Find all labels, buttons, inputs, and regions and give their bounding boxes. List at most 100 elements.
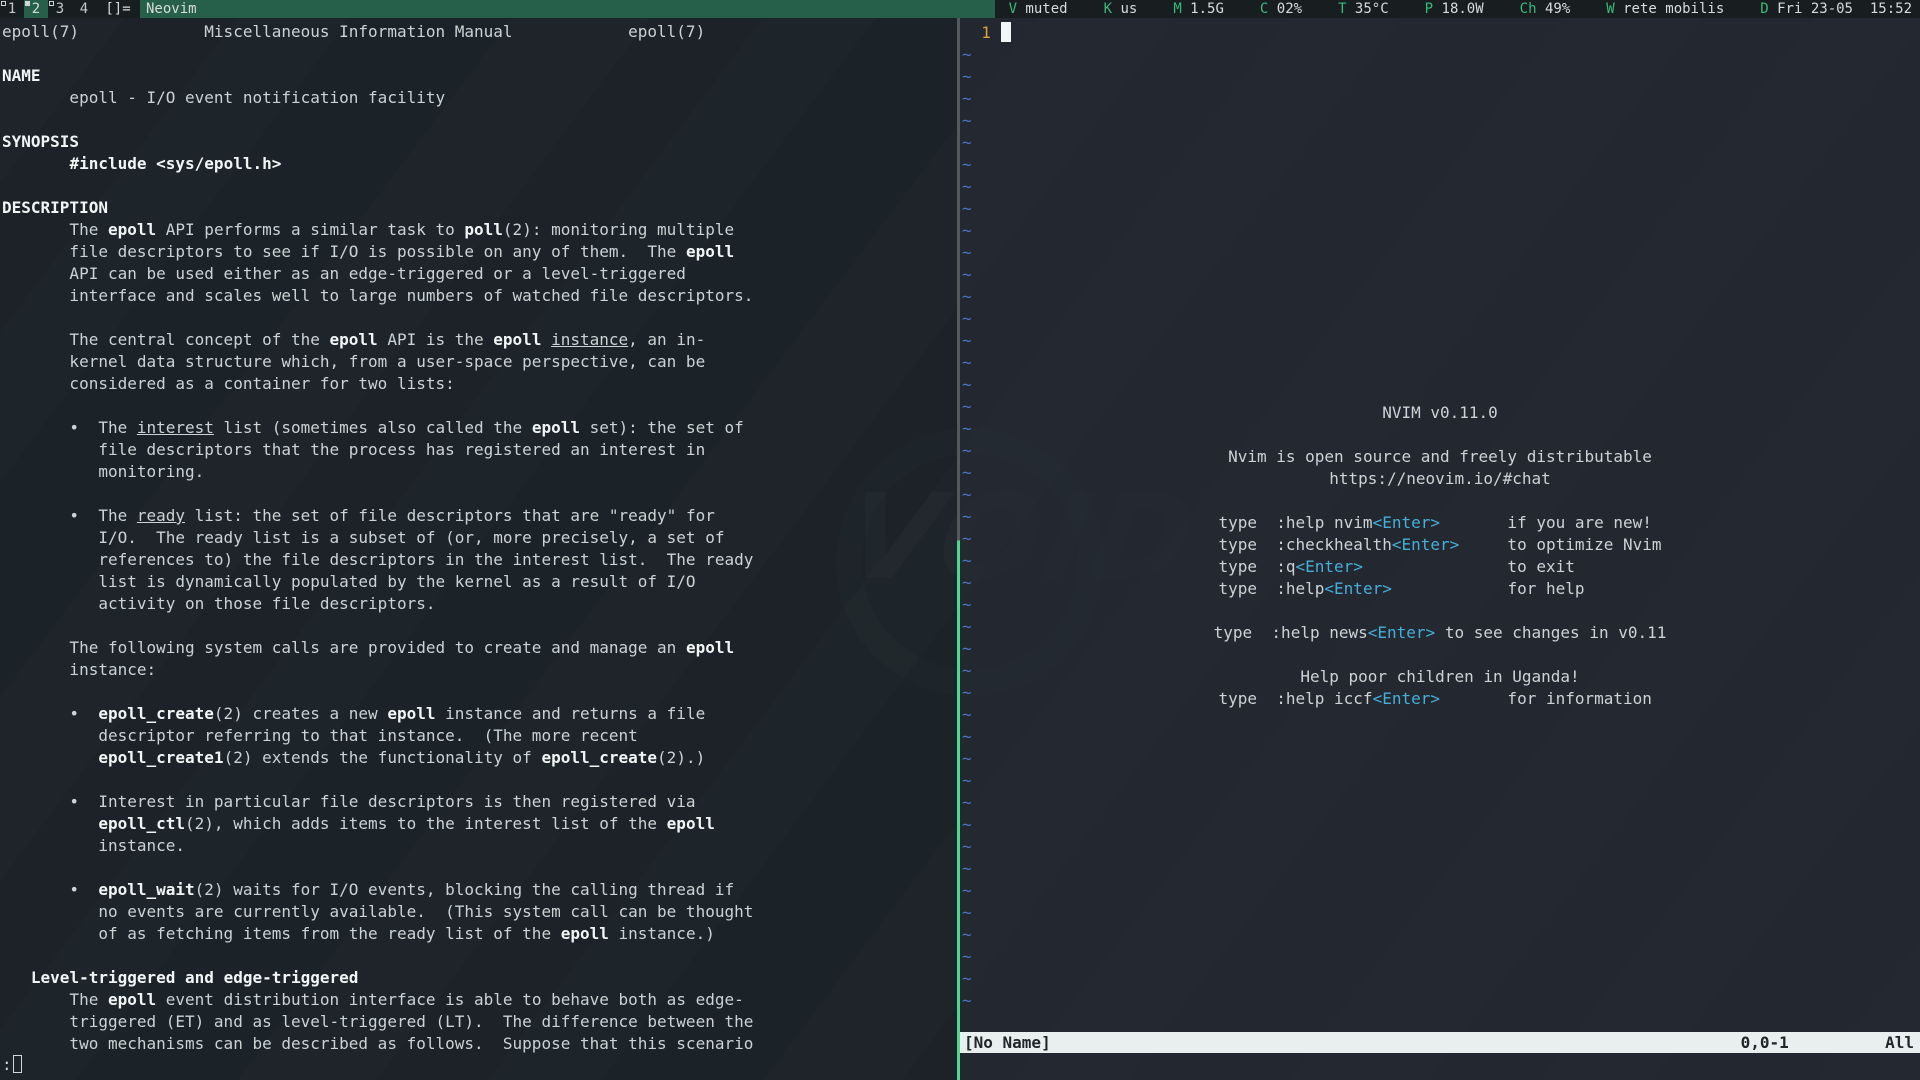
empty-line-tilde: ~ [962,330,1920,352]
status-item-w: W rete mobilis [1606,0,1724,18]
statusline-filename: [No Name] [964,1032,1051,1053]
empty-line-tilde: ~ [962,44,1920,66]
intro-line: Nvim is open source and freely distribut… [1228,446,1652,468]
man-line [2,615,957,637]
empty-line-tilde: ~ [962,770,1920,792]
man-line: The epoll API performs a similar task to… [2,219,957,241]
man-line: epoll(7) Miscellaneous Information Manua… [2,21,957,43]
empty-line-tilde: ~ [962,132,1920,154]
empty-line-tilde: ~ [962,110,1920,132]
man-line: interface and scales well to large numbe… [2,285,957,307]
man-line: references to) the file descriptors in t… [2,549,957,571]
man-line: The central concept of the epoll API is … [2,329,957,351]
status-item-t: T 35°C [1338,0,1389,18]
empty-line-tilde: ~ [962,242,1920,264]
empty-line-tilde: ~ [962,286,1920,308]
man-line: • Interest in particular file descriptor… [2,791,957,813]
man-line: SYNOPSIS [2,131,957,153]
man-line [2,43,957,65]
status-item-k: K us [1104,0,1138,18]
empty-line-tilde: ~ [962,374,1920,396]
man-line: triggered (ET) and as level-triggered (L… [2,1011,957,1033]
status-item-c: C 02% [1260,0,1302,18]
man-page-terminal[interactable]: epoll(7) Miscellaneous Information Manua… [0,18,957,1080]
man-line: The epoll event distribution interface i… [2,989,957,1011]
man-line [2,307,957,329]
tag-label: 3 [56,1,64,17]
empty-line-tilde: ~ [962,924,1920,946]
workspace-tag-1[interactable]: 1 [0,0,24,18]
man-line: epoll_ctl(2), which adds items to the in… [2,813,957,835]
man-line: epoll - I/O event notification facility [2,87,957,109]
empty-line-tilde: ~ [962,352,1920,374]
man-line: two mechanisms can be described as follo… [2,1033,957,1055]
nvim-cmdline [960,1053,1920,1080]
man-line: monitoring. [2,461,957,483]
man-line: • epoll_create(2) creates a new epoll in… [2,703,957,725]
status-bar: V mutedK usM 1.5GC 02%T 35°CP 18.0WCh 49… [995,0,1920,18]
empty-line-tilde: ~ [962,88,1920,110]
man-line: • epoll_wait(2) waits for I/O events, bl… [2,879,957,901]
empty-line-tilde: ~ [962,858,1920,880]
workspace-tags: 1234 [0,0,96,18]
man-line: I/O. The ready list is a subset of (or, … [2,527,957,549]
empty-line-tilde: ~ [962,176,1920,198]
workspace-tag-3[interactable]: 3 [48,0,72,18]
nvim-cursor [1001,22,1011,42]
intro-line: type :help<Enter> for help [1218,578,1661,600]
workspace-tag-4[interactable]: 4 [72,0,96,18]
intro-line: type :help news<Enter> to see changes in… [1214,622,1667,644]
intro-line: type :help iccf<Enter> for information [1218,688,1661,710]
man-line [2,175,957,197]
man-line: of as fetching items from the ready list… [2,923,957,945]
pager-prompt: : [2,1054,22,1076]
empty-line-tilde: ~ [962,946,1920,968]
tag-client-indicator [1,1,6,6]
empty-line-tilde: ~ [962,836,1920,858]
status-item-ch: Ch 49% [1520,0,1571,18]
tag-label: 4 [80,1,88,17]
empty-line-tilde: ~ [962,990,1920,1012]
nvim-intro-screen: NVIM v0.11.0 Nvim is open source and free… [960,402,1920,710]
tag-label: 2 [32,1,40,17]
man-line: activity on those file descriptors. [2,593,957,615]
intro-line: type :q<Enter> to exit [1218,556,1661,578]
intro-line: type :help nvim<Enter> if you are new! [1218,512,1661,534]
layout-symbol[interactable]: []= [96,0,140,18]
man-line: file descriptors to see if I/O is possib… [2,241,957,263]
empty-line-tilde: ~ [962,66,1920,88]
man-line: list is dynamically populated by the ker… [2,571,957,593]
tag-client-indicator [25,1,30,6]
tiled-clients: epoll(7) Miscellaneous Information Manua… [0,18,1920,1080]
empty-line-tilde: ~ [962,264,1920,286]
man-line [2,109,957,131]
workspace-tag-2[interactable]: 2 [24,0,48,18]
man-line: NAME [2,65,957,87]
neovim-window[interactable]: 1 ~~~~~~~~~~~~~~~~~~~~~~~~~~~~~~~~~~~~~~… [960,18,1920,1080]
intro-line: NVIM v0.11.0 [1382,402,1498,424]
line-number: 1 [962,23,1001,42]
man-line: DESCRIPTION [2,197,957,219]
inactive-cursor [13,1055,22,1073]
empty-line-tilde: ~ [962,814,1920,836]
status-item-d: D Fri 23-05 15:52 [1760,0,1912,18]
empty-line-tilde: ~ [962,880,1920,902]
empty-line-tilde: ~ [962,308,1920,330]
man-line: instance: [2,659,957,681]
empty-line-tilde: ~ [962,726,1920,748]
man-line [2,945,957,967]
dwm-bar: 1234 []= Neovim V mutedK usM 1.5GC 02%T … [0,0,1920,18]
man-line [2,857,957,879]
empty-line-tilde: ~ [962,198,1920,220]
man-line: • The ready list: the set of file descri… [2,505,957,527]
man-line: Level-triggered and edge-triggered [2,967,957,989]
man-line: API can be used either as an edge-trigge… [2,263,957,285]
intro-line: Help poor children in Uganda! [1300,666,1579,688]
intro-line: type :checkhealth<Enter> to optimize Nvi… [1218,534,1661,556]
buffer-line-1: 1 [962,22,1920,44]
man-line: kernel data structure which, from a user… [2,351,957,373]
man-line: descriptor referring to that instance. (… [2,725,957,747]
tag-label: 1 [8,1,16,17]
man-line: • The interest list (sometimes also call… [2,417,957,439]
empty-line-tilde: ~ [962,968,1920,990]
